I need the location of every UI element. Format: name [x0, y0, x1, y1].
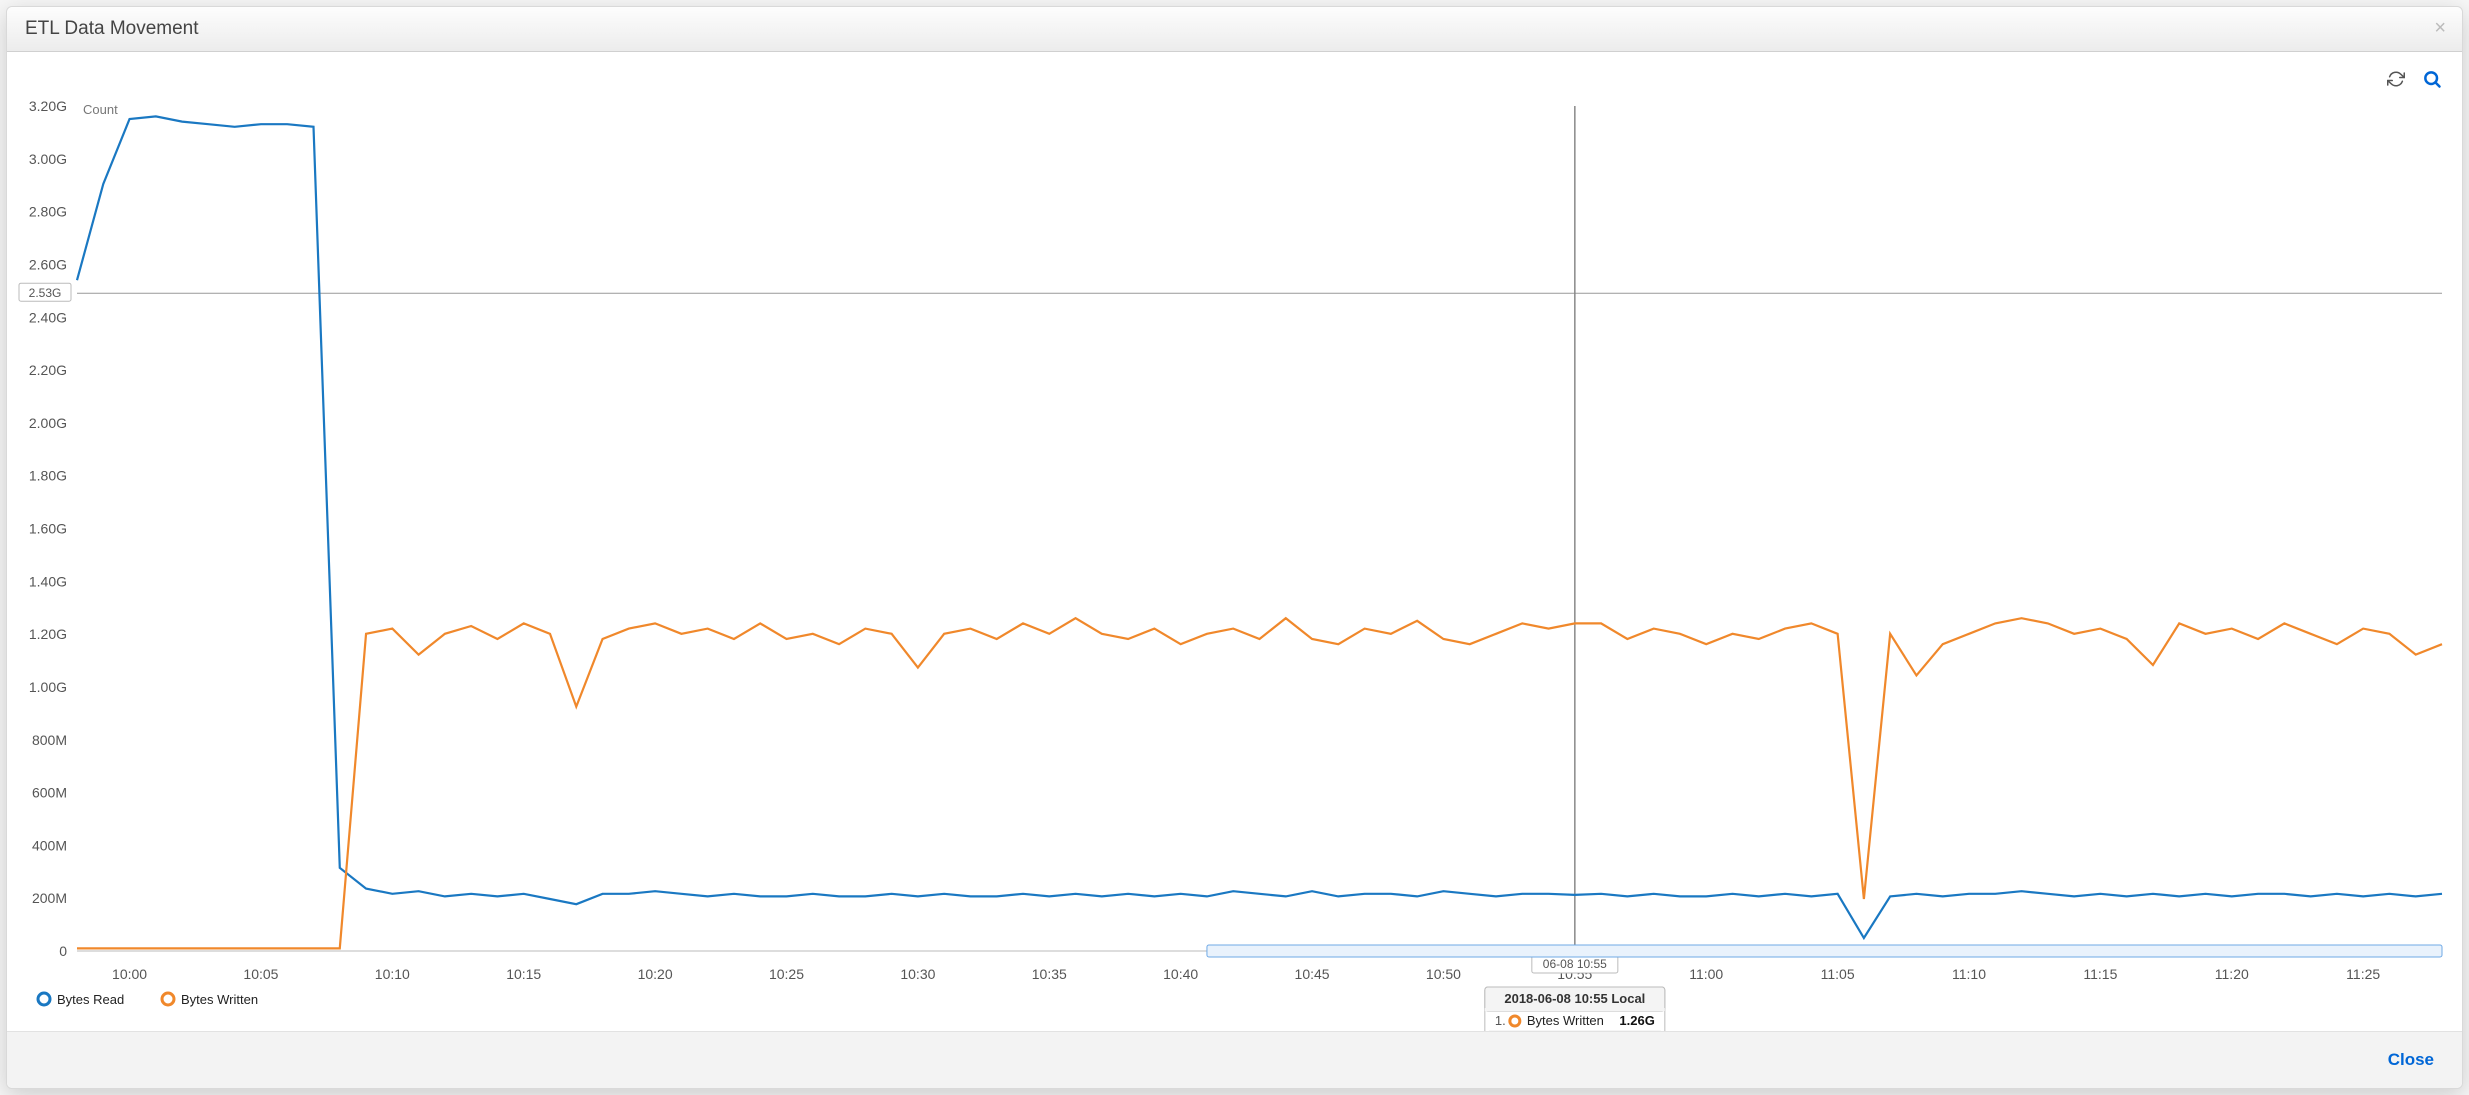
- svg-text:800M: 800M: [32, 732, 67, 748]
- refresh-icon[interactable]: [2386, 69, 2406, 89]
- zoom-icon[interactable]: [2422, 69, 2442, 89]
- svg-text:10:20: 10:20: [638, 966, 673, 982]
- legend-bytes-written[interactable]: Bytes Written: [181, 992, 258, 1007]
- svg-text:06-08 10:55: 06-08 10:55: [1543, 957, 1607, 971]
- tooltip-row-value: 1.26G: [1619, 1013, 1654, 1028]
- svg-text:2.20G: 2.20G: [29, 362, 67, 378]
- chart-toolbar: [7, 52, 2462, 96]
- svg-text:2.60G: 2.60G: [29, 256, 67, 272]
- svg-text:10:50: 10:50: [1426, 966, 1461, 982]
- svg-text:3.20G: 3.20G: [29, 98, 67, 114]
- svg-text:10:40: 10:40: [1163, 966, 1198, 982]
- svg-text:11:25: 11:25: [2346, 966, 2380, 982]
- svg-text:10:30: 10:30: [900, 966, 935, 982]
- tooltip-row-name: Bytes Written: [1527, 1013, 1604, 1028]
- svg-text:11:10: 11:10: [1952, 966, 1986, 982]
- chart-modal: ETL Data Movement × 0200M400M600M800M1.0…: [6, 6, 2463, 1089]
- modal-title: ETL Data Movement: [25, 18, 199, 40]
- legend: Bytes Read Bytes Written: [38, 992, 258, 1007]
- svg-text:Count: Count: [83, 102, 118, 117]
- svg-text:1.60G: 1.60G: [29, 521, 67, 537]
- svg-text:10:10: 10:10: [375, 966, 410, 982]
- svg-text:2.40G: 2.40G: [29, 309, 67, 325]
- chart-area[interactable]: 0 200M 400M 600M 800M 1.00G 1.20G 1.40G 1.60G 1.8…: [7, 96, 2462, 1031]
- svg-text:1.40G: 1.40G: [29, 573, 67, 589]
- tooltip-swatch-icon: [1510, 1016, 1520, 1026]
- legend-bytes-read-swatch[interactable]: [38, 993, 50, 1005]
- svg-text:1.20G: 1.20G: [29, 626, 67, 642]
- svg-text:11:15: 11:15: [2083, 966, 2117, 982]
- range-selection[interactable]: [1207, 945, 2442, 957]
- tooltip: 2018-06-08 10:55 Local 1. Bytes Written 1.2…: [1485, 987, 1665, 1031]
- tooltip-header: 2018-06-08 10:55 Local: [1504, 991, 1645, 1006]
- svg-text:2.00G: 2.00G: [29, 415, 67, 431]
- svg-text:10:45: 10:45: [1295, 966, 1330, 982]
- modal-titlebar: ETL Data Movement ×: [7, 7, 2462, 52]
- svg-text:0: 0: [59, 943, 67, 959]
- svg-text:3.00G: 3.00G: [29, 151, 67, 167]
- svg-text:11:00: 11:00: [1689, 966, 1723, 982]
- svg-text:10:05: 10:05: [243, 966, 278, 982]
- svg-text:2.80G: 2.80G: [29, 204, 67, 220]
- svg-text:1.80G: 1.80G: [29, 468, 67, 484]
- svg-text:10:00: 10:00: [112, 966, 147, 982]
- svg-text:1.00G: 1.00G: [29, 679, 67, 695]
- close-icon[interactable]: ×: [2434, 17, 2446, 40]
- svg-text:600M: 600M: [32, 785, 67, 801]
- svg-text:10:15: 10:15: [506, 966, 541, 982]
- modal-footer: Close: [7, 1031, 2462, 1088]
- legend-bytes-written-swatch[interactable]: [162, 993, 174, 1005]
- svg-text:11:05: 11:05: [1821, 966, 1855, 982]
- legend-bytes-read[interactable]: Bytes Read: [57, 992, 124, 1007]
- svg-text:10:25: 10:25: [769, 966, 804, 982]
- chart-svg[interactable]: 0 200M 400M 600M 800M 1.00G 1.20G 1.40G 1.60G 1.8…: [7, 96, 2462, 1031]
- svg-text:11:20: 11:20: [2215, 966, 2249, 982]
- svg-text:2.53G: 2.53G: [29, 286, 62, 300]
- close-button[interactable]: Close: [2388, 1050, 2434, 1070]
- tooltip-row-idx: 1.: [1495, 1013, 1506, 1028]
- svg-text:10:35: 10:35: [1032, 966, 1067, 982]
- svg-text:400M: 400M: [32, 837, 67, 853]
- svg-text:200M: 200M: [32, 890, 67, 906]
